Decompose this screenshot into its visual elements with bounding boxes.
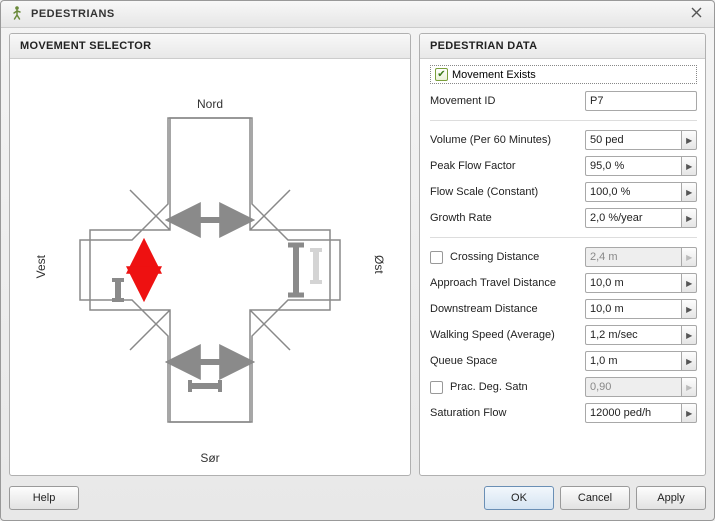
crossing-distance-row: ✔ Crossing Distance ▶: [430, 246, 697, 268]
prac-deg-satn-label: Prac. Deg. Satn: [450, 381, 528, 393]
saturation-flow-spin[interactable]: ▶: [682, 403, 697, 423]
dialog-footer: Help OK Cancel Apply: [9, 484, 706, 512]
pedestrians-dialog: PEDESTRIANS MOVEMENT SELECTOR Vest Øst N…: [0, 0, 715, 521]
movement-exists-checkbox[interactable]: ✔: [435, 68, 448, 81]
east-label: Øst: [372, 255, 386, 274]
flow-scale-input[interactable]: [585, 182, 682, 202]
peak-flow-spin[interactable]: ▶: [682, 156, 697, 176]
movement-id-row: Movement ID: [430, 90, 697, 112]
movement-selector-header: MOVEMENT SELECTOR: [10, 34, 410, 59]
approach-distance-row: Approach Travel Distance ▶: [430, 272, 697, 294]
walking-speed-label: Walking Speed (Average): [430, 329, 585, 341]
downstream-distance-row: Downstream Distance ▶: [430, 298, 697, 320]
close-button[interactable]: [686, 5, 706, 23]
volume-label: Volume (Per 60 Minutes): [430, 134, 585, 146]
south-label: Sør: [200, 451, 219, 465]
walking-speed-row: Walking Speed (Average) ▶: [430, 324, 697, 346]
flow-scale-label: Flow Scale (Constant): [430, 186, 585, 198]
titlebar: PEDESTRIANS: [1, 1, 714, 28]
prac-deg-satn-input: [585, 377, 682, 397]
growth-rate-input[interactable]: [585, 208, 682, 228]
prac-deg-satn-spin: ▶: [682, 377, 697, 397]
volume-input[interactable]: [585, 130, 682, 150]
app-icon: [9, 5, 25, 24]
queue-space-label: Queue Space: [430, 355, 585, 367]
cancel-button[interactable]: Cancel: [560, 486, 630, 510]
queue-space-spin[interactable]: ▶: [682, 351, 697, 371]
walking-speed-input[interactable]: [585, 325, 682, 345]
saturation-flow-row: Saturation Flow ▶: [430, 402, 697, 424]
approach-distance-input[interactable]: [585, 273, 682, 293]
growth-rate-spin[interactable]: ▶: [682, 208, 697, 228]
close-icon: [691, 7, 702, 21]
intersection-svg: Nord Sør: [10, 59, 410, 475]
queue-space-input[interactable]: [585, 351, 682, 371]
pedestrian-data-header: PEDESTRIAN DATA: [420, 34, 705, 59]
approach-distance-spin[interactable]: ▶: [682, 273, 697, 293]
peak-flow-row: Peak Flow Factor ▶: [430, 155, 697, 177]
downstream-distance-input[interactable]: [585, 299, 682, 319]
crossing-distance-spin: ▶: [682, 247, 697, 267]
movement-id-label: Movement ID: [430, 95, 585, 107]
peak-flow-label: Peak Flow Factor: [430, 160, 585, 172]
pedestrian-data-panel: PEDESTRIAN DATA ✔ Movement Exists Moveme…: [419, 33, 706, 476]
saturation-flow-label: Saturation Flow: [430, 407, 585, 419]
separator: [430, 237, 697, 238]
apply-button[interactable]: Apply: [636, 486, 706, 510]
flow-scale-spin[interactable]: ▶: [682, 182, 697, 202]
movement-exists-row[interactable]: ✔ Movement Exists: [430, 65, 697, 84]
volume-spin[interactable]: ▶: [682, 130, 697, 150]
north-label: Nord: [197, 97, 223, 111]
separator: [430, 120, 697, 121]
help-button[interactable]: Help: [9, 486, 79, 510]
west-label: Vest: [34, 255, 48, 278]
walking-speed-spin[interactable]: ▶: [682, 325, 697, 345]
downstream-distance-spin[interactable]: ▶: [682, 299, 697, 319]
volume-row: Volume (Per 60 Minutes) ▶: [430, 129, 697, 151]
growth-rate-label: Growth Rate: [430, 212, 585, 224]
ok-button[interactable]: OK: [484, 486, 554, 510]
flow-scale-row: Flow Scale (Constant) ▶: [430, 181, 697, 203]
movement-selector-panel: MOVEMENT SELECTOR Vest Øst Nord Sør: [9, 33, 411, 476]
movement-id-input[interactable]: [585, 91, 697, 111]
window-title: PEDESTRIANS: [31, 8, 115, 20]
movement-exists-label: Movement Exists: [452, 69, 536, 81]
intersection-diagram[interactable]: Vest Øst Nord Sør: [10, 59, 410, 475]
crossing-distance-input: [585, 247, 682, 267]
peak-flow-input[interactable]: [585, 156, 682, 176]
crossing-distance-checkbox[interactable]: ✔: [430, 251, 443, 264]
prac-deg-satn-row: ✔ Prac. Deg. Satn ▶: [430, 376, 697, 398]
approach-distance-label: Approach Travel Distance: [430, 277, 585, 289]
downstream-distance-label: Downstream Distance: [430, 303, 585, 315]
saturation-flow-input[interactable]: [585, 403, 682, 423]
crossing-distance-label: Crossing Distance: [450, 251, 539, 263]
queue-space-row: Queue Space ▶: [430, 350, 697, 372]
growth-rate-row: Growth Rate ▶: [430, 207, 697, 229]
prac-deg-satn-checkbox[interactable]: ✔: [430, 381, 443, 394]
